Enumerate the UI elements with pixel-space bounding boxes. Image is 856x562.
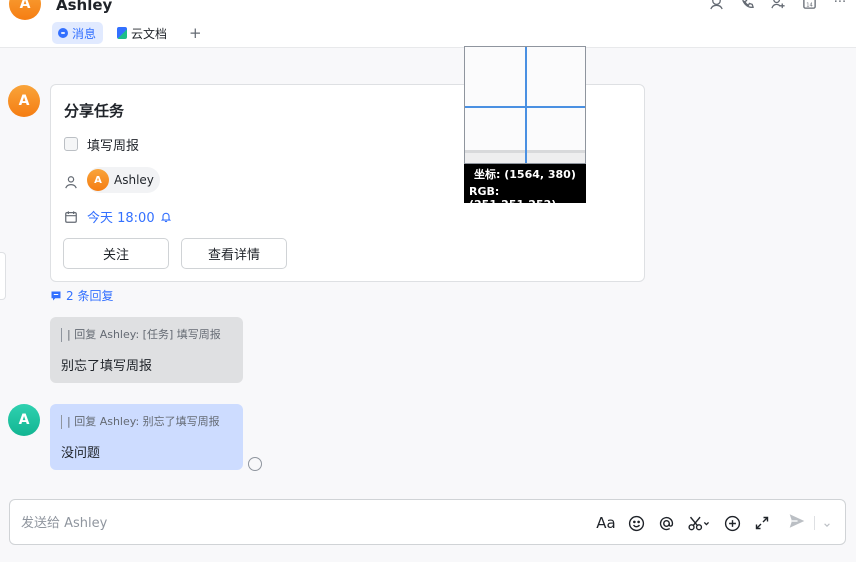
follow-button[interactable]: 关注 xyxy=(63,238,169,269)
message-bubble-icon xyxy=(58,28,68,38)
send-icon[interactable] xyxy=(788,512,806,534)
reminder-bell-icon xyxy=(160,212,171,222)
task-checkbox[interactable] xyxy=(64,137,78,151)
phone-call-icon[interactable] xyxy=(739,0,755,10)
crosshair-vertical xyxy=(525,47,527,163)
add-member-icon[interactable] xyxy=(770,0,786,10)
screenshot-scissors-icon[interactable] xyxy=(686,513,712,533)
assignee-chip[interactable]: A Ashley xyxy=(87,167,160,193)
thread-reply-count[interactable]: 2 条回复 xyxy=(50,287,113,304)
composer-toolbar: Aa xyxy=(596,513,772,533)
thread-reply-count-label: 2 条回复 xyxy=(66,289,114,303)
task-card-title: 分享任务 xyxy=(64,102,125,120)
magnifier-rgb: RGB:(251,251,252) xyxy=(469,185,557,211)
due-date-icon xyxy=(64,209,78,228)
due-time-label: 今天 18:00 xyxy=(87,211,155,226)
sender-avatar-letter: A xyxy=(18,93,30,109)
task-name[interactable]: 填写周报 xyxy=(87,135,139,154)
contact-avatar[interactable]: A xyxy=(9,0,41,20)
calendar-day-number: 14 xyxy=(806,2,813,8)
expand-icon[interactable] xyxy=(752,513,772,533)
emoji-icon[interactable] xyxy=(626,513,646,533)
message-bubble[interactable]: | 回复 Ashley: 别忘了填写周报 没问题 xyxy=(50,404,243,470)
search-icon[interactable] xyxy=(708,0,724,10)
message-bubble[interactable]: | 回复 Ashley: [任务] 填写周报 别忘了填写周报 xyxy=(50,317,243,383)
tab-messages[interactable]: 消息 xyxy=(52,22,104,44)
message-text: 没问题 xyxy=(61,446,101,461)
chat-header: A Ashley 消息 云文档 + 14 ··· xyxy=(0,0,856,48)
chat-title: Ashley xyxy=(56,0,113,14)
my-avatar-letter: A xyxy=(18,412,30,428)
send-divider xyxy=(814,516,815,530)
collapsed-side-panel[interactable] xyxy=(0,252,6,300)
tab-docs-label: 云文档 xyxy=(131,26,168,41)
add-tab-button[interactable]: + xyxy=(183,22,209,44)
send-controls xyxy=(788,512,831,534)
add-circle-icon[interactable] xyxy=(722,513,742,533)
tab-docs[interactable]: 云文档 xyxy=(111,22,174,44)
send-options-chevron-icon[interactable] xyxy=(823,514,831,533)
view-details-button[interactable]: 查看详情 xyxy=(181,238,287,269)
tab-messages-label: 消息 xyxy=(72,26,97,41)
assignee-name: Ashley xyxy=(114,173,154,187)
magnifier-view xyxy=(464,46,586,164)
user-icon xyxy=(64,174,78,193)
cloud-doc-icon xyxy=(117,27,127,39)
screen-magnifier: 坐标: (1564, 380) RGB:(251,251,252) xyxy=(464,46,586,211)
assignee-avatar: A xyxy=(87,169,109,191)
mention-icon[interactable] xyxy=(656,513,676,533)
calendar-icon[interactable]: 14 xyxy=(801,0,817,10)
reply-thread-icon xyxy=(51,291,61,300)
text-format-icon[interactable]: Aa xyxy=(596,513,616,533)
my-avatar[interactable]: A xyxy=(8,404,40,436)
message-input[interactable] xyxy=(21,512,581,534)
message-text: 别忘了填写周报 xyxy=(61,359,153,374)
header-actions: 14 ··· xyxy=(708,0,848,10)
sender-avatar[interactable]: A xyxy=(8,85,40,117)
magnifier-readout: 坐标: (1564, 380) RGB:(251,251,252) xyxy=(464,164,586,211)
due-time[interactable]: 今天 18:00 xyxy=(87,207,172,226)
more-icon[interactable]: ··· xyxy=(832,0,848,10)
contact-avatar-letter: A xyxy=(19,0,31,12)
message-composer: Aa xyxy=(9,499,846,545)
reply-quote: | 回复 Ashley: [任务] 填写周报 xyxy=(61,328,243,342)
magnifier-coordinates: 坐标: (1564, 380) xyxy=(474,168,576,181)
read-status-icon[interactable] xyxy=(248,457,262,471)
reply-quote: | 回复 Ashley: 别忘了填写周报 xyxy=(61,415,243,429)
